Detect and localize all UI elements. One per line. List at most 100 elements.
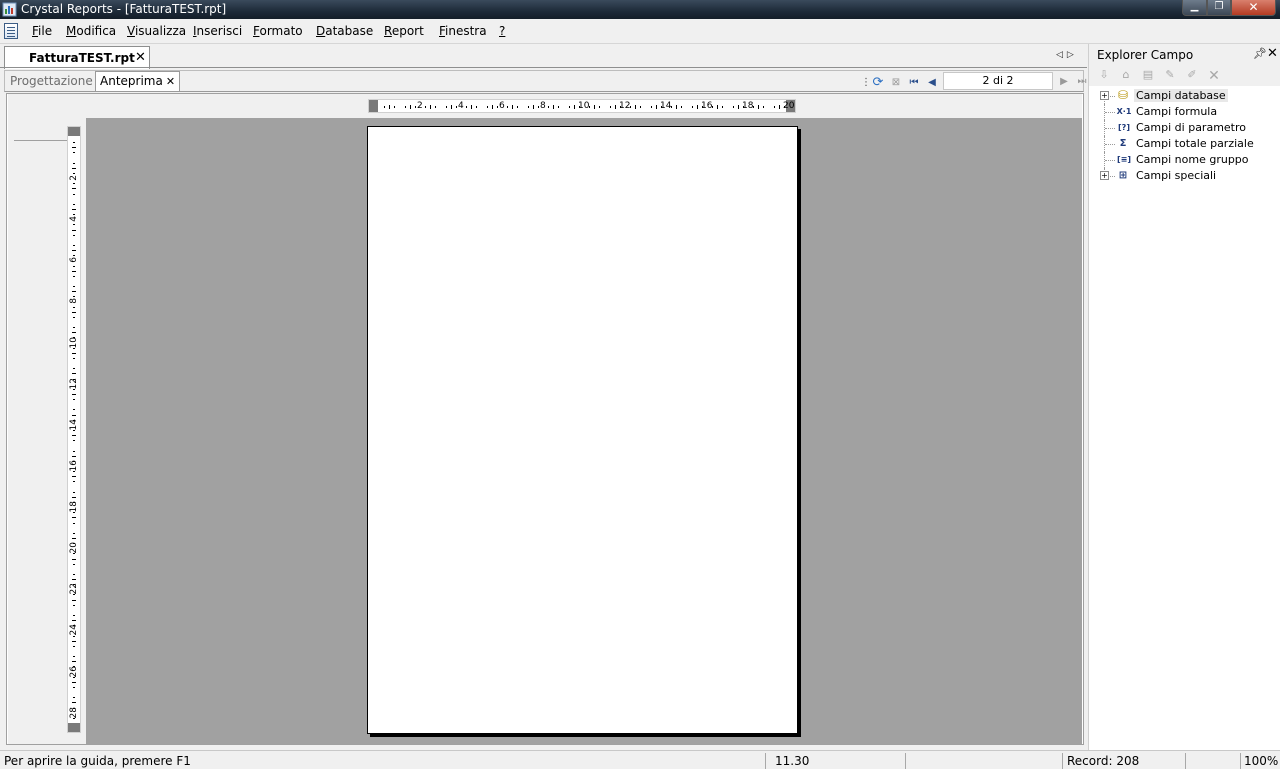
ruler-tick — [599, 106, 601, 108]
ruler-tick — [72, 332, 76, 334]
ruler-tick — [73, 697, 75, 699]
special-fields-icon: ⊞ — [1118, 170, 1128, 181]
tree-item-label: Campi totale parziale — [1136, 137, 1254, 150]
ruler-tick — [691, 106, 693, 108]
refresh-icon[interactable]: ⟳ — [869, 74, 887, 90]
ruler-bottom-marker[interactable] — [68, 723, 80, 732]
ruler-tick — [73, 286, 75, 288]
menu-finestra[interactable]: Finestra — [439, 24, 487, 38]
field-explorer-toolbar: ⇩ ⌂ ▤ ✎ ✐ ✕ — [1089, 66, 1280, 86]
ruler-tick — [496, 106, 498, 108]
ruler-label: 4 — [458, 101, 464, 111]
document-tab[interactable]: FatturaTEST.rpt ✕ — [4, 46, 150, 69]
rename-icon[interactable]: ✐ — [1183, 68, 1201, 84]
close-tab-icon[interactable]: ✕ — [135, 50, 146, 65]
status-separator — [905, 753, 906, 769]
menu-help[interactable]: ? — [499, 24, 505, 38]
first-page-icon[interactable]: ⏮ — [905, 74, 923, 90]
field-explorer-panel: Explorer Campo 📌︎ ✕ ⇩ ⌂ ▤ ✎ ✐ ✕ + ⛁ Campi … — [1088, 44, 1280, 750]
document-icon[interactable] — [4, 23, 18, 39]
page-number-field[interactable]: 2 di 2 — [943, 72, 1053, 90]
ruler-tick — [778, 105, 780, 109]
ruler-tick — [532, 105, 534, 109]
menu-visualizza[interactable]: Visualizza — [127, 24, 186, 38]
formula-icon: X·1 — [1116, 107, 1132, 116]
vertical-ruler[interactable]: 2 4 6 8 10 12 14 16 18 20 22 24 26 28 — [67, 126, 81, 733]
ruler-tick — [72, 291, 76, 293]
ruler-tick — [73, 604, 75, 606]
ruler-tick — [635, 105, 637, 109]
ruler-tick — [553, 105, 555, 109]
expand-icon[interactable]: + — [1100, 91, 1109, 100]
tree-item[interactable]: + ⊞ Campi speciali — [1089, 168, 1280, 184]
ruler-label: 10 — [578, 101, 590, 111]
tree-item[interactable]: [?] Campi di parametro — [1089, 120, 1280, 136]
ruler-label: 12 — [619, 101, 631, 111]
ruler-label: 28 — [69, 706, 79, 719]
stop-icon[interactable]: ⊠ — [887, 74, 905, 90]
delete-icon[interactable]: ✕ — [1205, 68, 1223, 84]
tab-preview[interactable]: Anteprima ✕ — [95, 71, 181, 91]
menu-inserisci[interactable]: Inserisci — [193, 24, 242, 38]
ruler-tick — [425, 106, 427, 108]
pin-icon[interactable]: 📌︎ — [1253, 47, 1267, 60]
tree-item[interactable]: Σ Campi totale parziale — [1089, 136, 1280, 152]
menu-formato[interactable]: Formato — [253, 24, 303, 38]
database-icon: ⛁ — [1117, 88, 1129, 102]
crystal-reports-app-icon[interactable] — [2, 2, 17, 17]
ruler-tick — [72, 681, 76, 683]
ruler-tick — [655, 105, 657, 109]
preview-nav-toolbar-right: ▶ ⏭ — [1055, 73, 1091, 89]
previous-page-icon[interactable]: ◀ — [923, 74, 941, 90]
ruler-tick — [72, 414, 76, 416]
status-separator — [1185, 753, 1186, 769]
menu-file[interactable]: File — [32, 24, 52, 38]
horizontal-ruler[interactable]: 2 4 6 8 10 12 14 16 18 20 — [368, 99, 796, 113]
restore-button[interactable]: ❐ — [1207, 0, 1231, 16]
ruler-tick — [73, 306, 75, 308]
tab-divider — [0, 67, 1087, 68]
close-panel-icon[interactable]: ✕ — [1267, 46, 1278, 61]
insert-to-report-icon[interactable]: ⇩ — [1095, 68, 1113, 84]
close-preview-icon[interactable]: ✕ — [166, 75, 175, 88]
ruler-top-marker[interactable] — [68, 127, 80, 136]
ruler-left-marker[interactable] — [369, 100, 378, 112]
tab-scroll-arrows[interactable]: ◁▷ — [1056, 50, 1078, 60]
close-button[interactable]: ✕ — [1231, 0, 1276, 16]
ruler-tick — [717, 105, 719, 109]
ruler-tick — [409, 105, 411, 109]
new-icon[interactable]: ▤ — [1139, 68, 1157, 84]
ruler-label: 8 — [540, 101, 546, 111]
tree-item[interactable]: [≡] Campi nome gruppo — [1089, 152, 1280, 168]
edit-icon[interactable]: ✎ — [1161, 68, 1179, 84]
ruler-label: 8 — [69, 298, 79, 305]
menu-modifica[interactable]: Modifica — [66, 24, 116, 38]
next-page-icon[interactable]: ▶ — [1055, 73, 1073, 89]
ruler-tick — [73, 573, 75, 575]
menu-report[interactable]: Report — [384, 24, 424, 38]
ruler-tick — [486, 106, 488, 108]
ruler-tick — [73, 203, 75, 205]
tree-connector — [1105, 128, 1115, 129]
ruler-label: 16 — [701, 101, 713, 111]
report-page[interactable] — [367, 126, 798, 734]
document-tab-strip: FatturaTEST.rpt ✕ ◁▷ — [0, 44, 1087, 69]
expand-icon[interactable]: + — [1100, 171, 1109, 180]
ruler-label: 14 — [660, 101, 672, 111]
menu-database[interactable]: Database — [316, 24, 373, 38]
ruler-tick — [73, 440, 75, 442]
tab-design[interactable]: Progettazione — [10, 74, 93, 88]
ruler-tick — [72, 558, 76, 560]
sigma-icon: Σ — [1119, 138, 1127, 149]
ruler-tick — [573, 105, 575, 109]
ruler-tick — [394, 106, 396, 108]
ruler-tick — [72, 208, 76, 210]
tree-item[interactable]: X·1 Campi formula — [1089, 104, 1280, 120]
ruler-tick — [72, 496, 76, 498]
ruler-tick — [72, 640, 76, 642]
minimize-button[interactable]: ▁ — [1182, 0, 1207, 16]
tree-item[interactable]: + ⛁ Campi database — [1089, 88, 1280, 104]
ruler-tick — [72, 537, 76, 539]
ruler-tick — [72, 476, 76, 478]
browse-icon[interactable]: ⌂ — [1117, 68, 1135, 84]
